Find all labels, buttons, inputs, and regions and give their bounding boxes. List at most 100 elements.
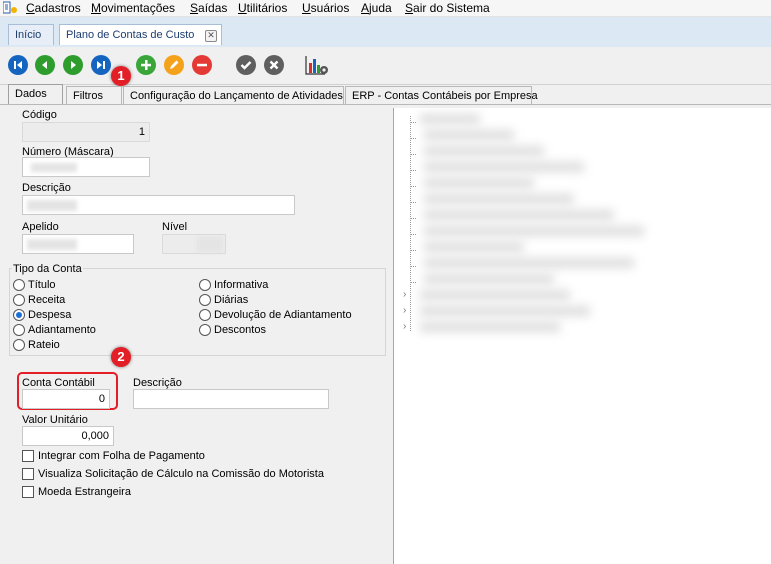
add-icon <box>141 60 151 70</box>
tree-branch <box>410 234 416 236</box>
tree-item-redacted[interactable] <box>424 146 544 156</box>
descricao-field[interactable] <box>22 195 295 215</box>
radio-despesa-label: Despesa <box>28 309 72 321</box>
checkbox-integrar-folha[interactable] <box>22 450 34 462</box>
tree-item-redacted[interactable] <box>420 306 590 316</box>
tree-item-redacted[interactable] <box>424 130 514 140</box>
confirm-icon <box>240 61 252 70</box>
tree-item-redacted[interactable] <box>420 290 570 300</box>
menu-saidas[interactable]: Saídas <box>190 1 227 15</box>
step-badge-1: 1 <box>111 66 131 86</box>
redacted-value <box>197 237 223 252</box>
menu-ajuda[interactable]: Ajuda <box>361 1 392 15</box>
delete-icon <box>197 63 207 67</box>
radio-devolucao-adiantamento-label: Devolução de Adiantamento <box>214 309 352 321</box>
tree-item-redacted[interactable] <box>424 178 534 188</box>
menu-movimentacoes[interactable]: Movimentações <box>91 1 175 15</box>
menu-sair-do-sistema[interactable]: Sair do Sistema <box>405 1 490 15</box>
cancel-button[interactable] <box>264 55 284 75</box>
tree-branch <box>410 266 416 268</box>
valor-unitario-field[interactable]: 0,000 <box>22 426 114 446</box>
expand-chevron-icon[interactable]: › <box>403 322 406 332</box>
close-tab-icon[interactable]: ✕ <box>205 30 217 42</box>
nivel-label: Nível <box>162 221 188 233</box>
tree-item-redacted[interactable] <box>424 242 524 252</box>
next-record-icon <box>71 61 76 69</box>
radio-descontos-label: Descontos <box>214 324 266 336</box>
redacted-value <box>31 163 77 172</box>
tree-branch <box>410 202 416 204</box>
tab-dados[interactable]: Dados <box>8 84 63 105</box>
previous-record-button[interactable] <box>35 55 55 75</box>
expand-chevron-icon[interactable]: › <box>403 306 406 316</box>
step-badge-2: 2 <box>111 347 131 367</box>
tree-item-redacted[interactable] <box>424 162 584 172</box>
window-tab-strip: Início Plano de Contas de Custo ✕ <box>0 17 771 47</box>
radio-rateio[interactable] <box>13 339 25 351</box>
tree-item-redacted[interactable] <box>424 258 634 268</box>
tab-inicio[interactable]: Início <box>8 24 54 45</box>
previous-record-icon <box>42 61 47 69</box>
checkbox-visualiza-solicitacao[interactable] <box>22 468 34 480</box>
tree-item-redacted[interactable] <box>424 210 614 220</box>
tab-configuracao-lancamento[interactable]: Configuração do Lançamento de Atividades <box>123 86 344 104</box>
redacted-value <box>27 200 77 211</box>
tree-branch <box>410 250 416 252</box>
confirm-button[interactable] <box>236 55 256 75</box>
checkbox-visualiza-solicitacao-label: Visualiza Solicitação de Cálculo na Comi… <box>38 468 324 480</box>
tab-plano-de-contas[interactable]: Plano de Contas de Custo ✕ <box>59 24 222 45</box>
tree-item-redacted[interactable] <box>424 226 644 236</box>
tree-guide-line <box>410 116 412 331</box>
checkbox-moeda-estrangeira[interactable] <box>22 486 34 498</box>
radio-receita-label: Receita <box>28 294 66 306</box>
report-button[interactable] <box>305 54 329 76</box>
tree-item-redacted[interactable] <box>420 322 560 332</box>
app-logo-icon <box>3 1 17 14</box>
last-record-button[interactable] <box>91 55 111 75</box>
tab-erp-contas-contabeis[interactable]: ERP - Contas Contábeis por Empresa <box>345 86 538 104</box>
radio-titulo[interactable] <box>13 279 25 291</box>
add-button[interactable] <box>136 55 156 75</box>
tree-branch <box>410 186 416 188</box>
descricao-conta-field[interactable] <box>133 389 329 409</box>
tree-branch <box>410 138 416 140</box>
delete-button[interactable] <box>192 55 212 75</box>
tab-divider <box>0 104 771 105</box>
radio-despesa[interactable] <box>13 309 25 321</box>
menu-usuarios[interactable]: Usuários <box>302 1 349 15</box>
radio-receita[interactable] <box>13 294 25 306</box>
menu-bar: Cadastros Movimentações Saídas Utilitári… <box>0 0 771 17</box>
numero-mascara-field[interactable] <box>22 157 150 177</box>
apelido-field[interactable] <box>22 234 134 254</box>
conta-contabil-field[interactable]: 0 <box>22 389 110 409</box>
checkbox-moeda-estrangeira-label: Moeda Estrangeira <box>38 486 131 498</box>
radio-adiantamento[interactable] <box>13 324 25 336</box>
tree-branch <box>410 282 416 284</box>
apelido-label: Apelido <box>22 221 59 233</box>
expand-chevron-icon[interactable]: › <box>403 290 406 300</box>
cancel-icon <box>269 60 279 70</box>
first-record-button[interactable] <box>8 55 28 75</box>
menu-cadastros[interactable]: Cadastros <box>26 1 81 15</box>
account-tree-panel[interactable]: › › › <box>393 108 771 564</box>
radio-descontos[interactable] <box>199 324 211 336</box>
edit-button[interactable] <box>164 55 184 75</box>
tree-item-redacted[interactable] <box>420 114 480 124</box>
tipo-da-conta-legend: Tipo da Conta <box>12 263 83 276</box>
tree-item-redacted[interactable] <box>424 274 554 284</box>
checkbox-integrar-folha-label: Integrar com Folha de Pagamento <box>38 450 205 462</box>
report-chart-icon <box>305 56 328 75</box>
toolbar: 1 <box>0 48 771 86</box>
tree-item-redacted[interactable] <box>424 194 574 204</box>
menu-utilitarios[interactable]: Utilitários <box>238 1 287 15</box>
first-record-icon <box>14 61 22 69</box>
radio-diarias[interactable] <box>199 294 211 306</box>
tab-filtros[interactable]: Filtros <box>66 86 122 104</box>
codigo-label: Código <box>22 109 57 121</box>
radio-rateio-label: Rateio <box>28 339 60 351</box>
radio-informativa-label: Informativa <box>214 279 269 291</box>
radio-informativa[interactable] <box>199 279 211 291</box>
next-record-button[interactable] <box>63 55 83 75</box>
radio-devolucao-adiantamento[interactable] <box>199 309 211 321</box>
tree-branch <box>410 122 416 124</box>
